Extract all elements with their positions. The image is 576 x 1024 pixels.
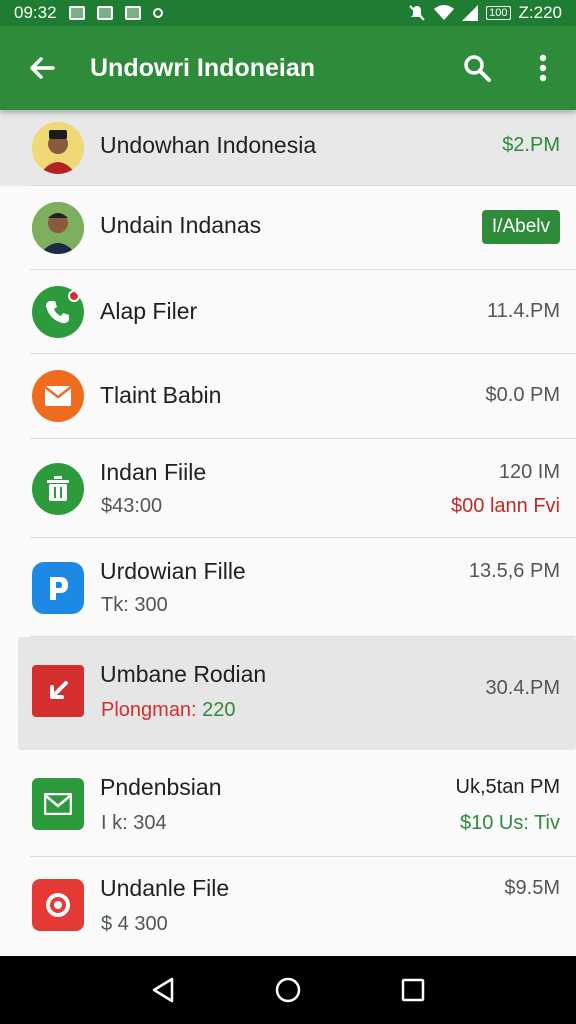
- item-amount: $00 lann Fvi: [451, 495, 560, 517]
- search-button[interactable]: [444, 26, 510, 110]
- phone-icon: [32, 286, 84, 338]
- item-amount: $10 Us: Tiv: [459, 812, 560, 834]
- item-subtitle: I k: 304: [101, 812, 167, 834]
- security-notification-icon: [124, 6, 141, 20]
- app-bar: Undowri Indoneian: [0, 26, 576, 110]
- person-avatar-icon: [32, 202, 84, 254]
- item-title: Undowhan Indonesia: [100, 132, 317, 158]
- signal-icon: [462, 5, 479, 21]
- status-badge[interactable]: I/Abelv: [481, 210, 560, 244]
- page-title: Undowri Indoneian: [90, 53, 315, 82]
- arrow-down-left-icon: [32, 665, 84, 717]
- circle-home-icon: [275, 977, 301, 1003]
- item-time: 11.4.PM: [487, 300, 560, 322]
- square-recents-icon: [402, 978, 425, 1002]
- nav-back-button[interactable]: [143, 970, 183, 1010]
- status-time: 09:32: [14, 3, 57, 22]
- list-item[interactable]: Urdowian Fille Tk: 300 13.5,6 PM: [0, 538, 576, 637]
- app-p-icon: [32, 562, 84, 614]
- triangle-back-icon: [152, 977, 173, 1003]
- item-title: Urdowian Fille: [100, 558, 246, 584]
- item-subtitle: Plongman: 220: [101, 699, 236, 722]
- item-time: 13.5,6 PM: [468, 560, 560, 582]
- item-title: Tlaint Babin: [100, 382, 222, 408]
- item-title: Alap Filer: [100, 298, 198, 324]
- item-subtitle-value: 220: [202, 699, 236, 721]
- item-title: Undain Indanas: [100, 212, 262, 238]
- list-item-selected[interactable]: Umbane Rodian Plongman: 220 30.4.PM: [0, 637, 576, 752]
- battery-icon: 100: [486, 6, 511, 20]
- back-button[interactable]: [0, 26, 84, 110]
- item-title: Indan Fiile: [100, 459, 207, 485]
- overflow-menu-button[interactable]: [510, 26, 576, 110]
- item-title: Umbane Rodian: [100, 661, 267, 687]
- status-clock: Z:220: [518, 3, 562, 22]
- list-item[interactable]: Indan Fiile $43:00 120 IM $00 lann Fvi: [0, 439, 576, 538]
- image-notification-icon: [68, 6, 85, 20]
- item-time: 30.4.PM: [485, 677, 560, 699]
- list-item[interactable]: Pndenbsian I k: 304 Uk,5tan PM $10 Us: T…: [0, 752, 576, 857]
- item-time: $0.0 PM: [485, 384, 560, 406]
- wifi-icon: [434, 5, 455, 20]
- item-time: $9.5M: [504, 877, 560, 899]
- list-item[interactable]: Tlaint Babin $0.0 PM: [0, 354, 576, 439]
- target-icon: [32, 879, 84, 931]
- person-avatar-icon: [32, 122, 84, 174]
- list-item[interactable]: Undowhan Indonesia $2.PM: [0, 110, 576, 186]
- item-subtitle: Tk: 300: [101, 594, 168, 616]
- item-time: Uk,5tan PM: [455, 776, 560, 798]
- item-time: 120 IM: [498, 461, 560, 483]
- item-subtitle-label: Plongman:: [101, 699, 203, 721]
- list-item[interactable]: Undanle File $ 4 300 $9.5M: [0, 857, 576, 957]
- envelope-icon: [32, 778, 84, 830]
- status-bar: 09:32 100 Z:220: [0, 0, 576, 26]
- trash-icon: [32, 463, 84, 515]
- nav-home-button[interactable]: [268, 970, 308, 1010]
- item-subtitle: $43:00: [101, 495, 163, 517]
- more-vert-icon: [539, 54, 547, 82]
- item-title: Pndenbsian: [100, 774, 222, 800]
- item-title: Undanle File: [100, 875, 230, 901]
- search-icon: [464, 55, 491, 82]
- nav-recents-button[interactable]: [393, 970, 433, 1010]
- sync-notification-icon: [152, 8, 163, 18]
- item-list: Undowhan Indonesia $2.PM Undain Indanas …: [0, 110, 576, 957]
- mute-icon: [409, 5, 425, 21]
- list-item[interactable]: Undain Indanas I/Abelv: [0, 186, 576, 270]
- list-item[interactable]: Alap Filer 11.4.PM: [0, 270, 576, 354]
- item-subtitle: $ 4 300: [101, 913, 168, 935]
- item-time: $2.PM: [502, 134, 560, 156]
- arrow-back-icon: [30, 57, 55, 79]
- app-notification-icon: [96, 6, 113, 20]
- mail-icon: [32, 370, 84, 422]
- system-nav-bar: [0, 956, 576, 1024]
